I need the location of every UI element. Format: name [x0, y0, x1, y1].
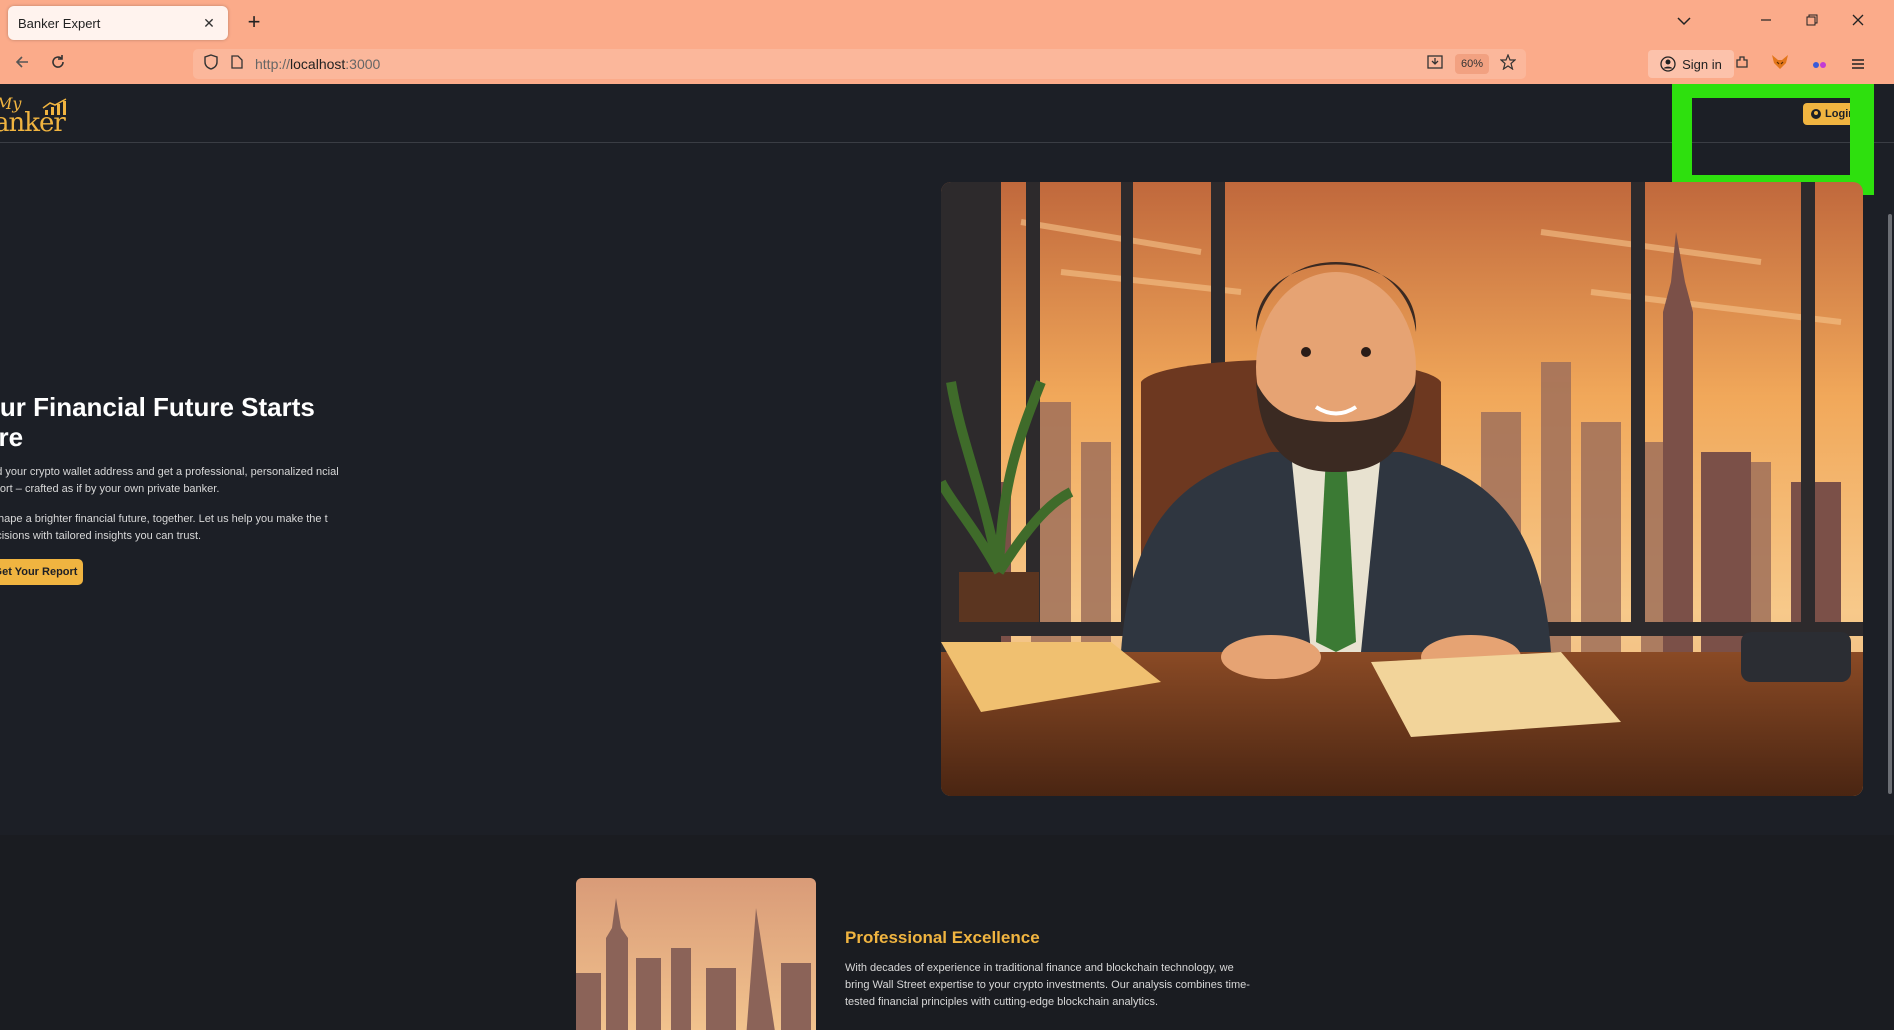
url-bar[interactable]: http://localhost:3000 60% — [193, 49, 1526, 79]
close-window-icon[interactable] — [1842, 8, 1874, 36]
browser-tab-strip: Banker Expert ✕ + — [0, 0, 1894, 44]
fox-extension-icon[interactable] — [1766, 50, 1794, 78]
skyline-image — [576, 878, 816, 1030]
get-report-button[interactable]: Get Your Report — [0, 559, 83, 585]
download-icon[interactable] — [1425, 54, 1445, 74]
tab-list-chevron-down-icon[interactable] — [1668, 8, 1700, 36]
zoom-level-badge[interactable]: 60% — [1455, 54, 1489, 74]
url-port: :3000 — [345, 56, 381, 72]
url-host: localhost — [290, 56, 346, 72]
highlight-box — [1672, 84, 1874, 195]
page-content: My anker Login our Financial Future Star… — [0, 84, 1894, 1030]
scrollbar[interactable] — [1888, 214, 1892, 794]
new-tab-button[interactable]: + — [240, 8, 268, 36]
back-arrow-icon[interactable] — [8, 50, 36, 78]
url-text[interactable]: http://localhost:3000 — [255, 56, 380, 72]
feature-text: With decades of experience in traditiona… — [845, 962, 1250, 1008]
star-icon[interactable] — [1498, 53, 1518, 74]
tab-title: Banker Expert — [18, 15, 101, 31]
extension-dots-icon[interactable] — [1806, 50, 1834, 78]
site-logo[interactable]: My anker — [0, 94, 76, 138]
extensions-icon[interactable] — [1728, 50, 1756, 78]
minimize-icon[interactable] — [1750, 8, 1782, 36]
reload-icon[interactable] — [44, 50, 72, 78]
tab-close-icon[interactable]: ✕ — [200, 15, 218, 32]
hero-paragraph-2: s shape a brighter financial future, tog… — [0, 513, 328, 542]
site-header: My anker Login — [0, 84, 1894, 143]
page-icon[interactable] — [227, 54, 247, 74]
sign-in-label: Sign in — [1682, 56, 1722, 72]
banker-hero-image — [941, 182, 1863, 796]
feature-title: Professional Excellence — [845, 928, 1040, 947]
account-icon — [1660, 56, 1676, 72]
hero-title: our Financial Future Starts ere — [0, 392, 315, 452]
logo-chart-icon — [42, 98, 67, 115]
browser-navigation-bar: http://localhost:3000 60% Sign in — [0, 44, 1894, 84]
sign-in-button[interactable]: Sign in — [1648, 50, 1734, 78]
shield-icon[interactable] — [201, 54, 221, 74]
hero-paragraph-1: oad your crypto wallet address and get a… — [0, 466, 339, 495]
hamburger-menu-icon[interactable] — [1844, 50, 1872, 78]
browser-tab[interactable]: Banker Expert ✕ — [8, 6, 228, 40]
url-scheme: http:// — [255, 56, 291, 72]
restore-icon[interactable] — [1796, 8, 1828, 36]
